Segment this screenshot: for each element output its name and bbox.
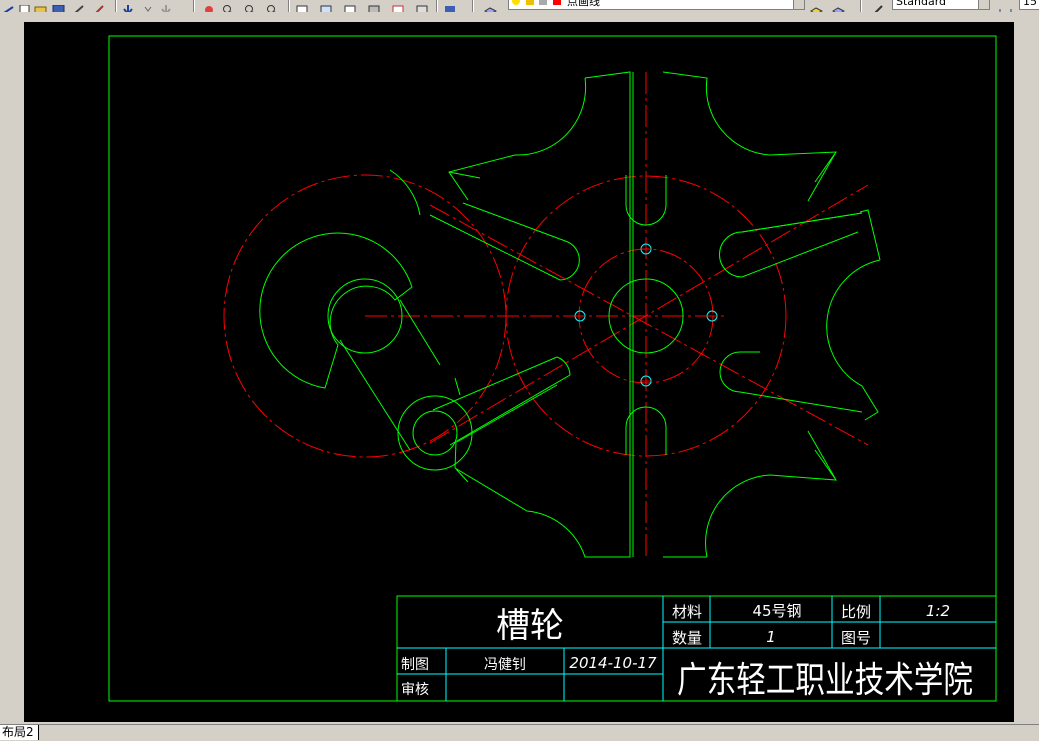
centerlines [223,72,869,560]
toolbar: 点画线 Standard 15 [0,0,1039,12]
open-icon[interactable] [34,0,47,12]
text-style-dropdown[interactable]: Standard [892,0,988,10]
design-center-icon[interactable] [320,0,333,12]
layer-properties-icon[interactable] [484,0,498,12]
layer-previous-icon[interactable] [832,0,846,12]
tool-palettes-icon[interactable] [344,0,357,12]
text-style-value: Standard [896,0,947,8]
zoom-window-icon[interactable] [244,0,257,12]
paper-space-viewport[interactable]: 槽轮 材料 45号钢 比例 1:2 数量 1 图号 制图 冯健钊 2014-10… [24,22,1014,722]
redo-icon[interactable] [160,0,173,12]
zoom-realtime-icon[interactable] [222,0,235,12]
slot-upper-left [429,202,580,281]
material-label: 材料 [672,603,702,621]
diagonal-centerline-1 [429,204,869,446]
dim-style-dropdown[interactable]: 15 [1019,0,1039,10]
sheet-set-icon[interactable] [368,0,381,12]
lock-icon [539,0,547,5]
chevron-down-icon[interactable] [978,0,990,10]
lightbulb-icon [512,0,520,5]
geneva-wheel-outline [389,71,881,558]
part-geometry [259,71,881,558]
scale-value: 1:2 [926,602,950,620]
quantity-value: 1 [766,628,776,646]
help-icon[interactable] [444,0,457,12]
drive-pin-outer [397,395,473,471]
pan-icon[interactable] [2,0,15,12]
properties-icon[interactable] [296,0,309,12]
dim-style-icon[interactable] [999,0,1012,12]
diagonal-centerline-2 [429,184,869,444]
institution-name: 广东轻工职业技术学院 [677,660,973,701]
layout-tab-bar: 布局2 [0,724,1039,741]
zoom-previous-icon[interactable] [266,0,279,12]
markup-icon[interactable] [392,0,405,12]
dim-style-value: 15 [1023,0,1037,8]
drawing-no-label: 图号 [841,629,871,647]
part-name: 槽轮 [496,606,564,646]
checked-by-label: 审核 [401,682,429,698]
brush-icon[interactable] [72,0,85,12]
vertical-scrollbar[interactable] [1015,12,1039,724]
chevron-down-icon[interactable] [793,0,805,10]
calculator-icon[interactable] [416,0,429,12]
slot-lower-left [449,356,571,446]
undo-icon[interactable] [122,0,135,12]
drawing-border [108,35,997,702]
canvas-frame: 槽轮 材料 45号钢 比例 1:2 数量 1 图号 制图 冯健钊 2014-10… [0,12,1039,724]
save-icon[interactable] [52,0,65,12]
quantity-label: 数量 [672,629,702,647]
tab-layout2[interactable]: 布局2 [0,725,39,740]
layer-dropdown[interactable]: 点画线 [508,0,800,10]
match-properties-icon[interactable] [93,0,106,12]
drive-pin-inner [412,410,458,456]
date: 2014-10-17 [569,654,657,672]
make-layer-current-icon[interactable] [810,0,824,12]
new-icon[interactable] [18,0,31,12]
realtime-pan-icon[interactable] [203,0,216,12]
title-block-text: 槽轮 材料 45号钢 比例 1:2 数量 1 图号 制图 冯健钊 2014-10… [401,602,973,701]
drawing-svg: 槽轮 材料 45号钢 比例 1:2 数量 1 图号 制图 冯健钊 2014-10… [108,35,997,702]
driver-locking-disc [259,232,413,389]
text-style-icon[interactable] [872,0,885,12]
slot-upper-right [719,212,863,278]
sun-icon [525,0,534,5]
scale-label: 比例 [841,603,871,621]
drawn-by-label: 制图 [401,657,429,673]
color-swatch-icon [552,0,561,5]
layer-name: 点画线 [567,0,600,8]
chevron-down-icon[interactable] [142,0,155,12]
drawn-by-name: 冯健钊 [484,657,526,673]
material-value: 45号钢 [752,602,801,620]
driver-arm [339,299,441,451]
